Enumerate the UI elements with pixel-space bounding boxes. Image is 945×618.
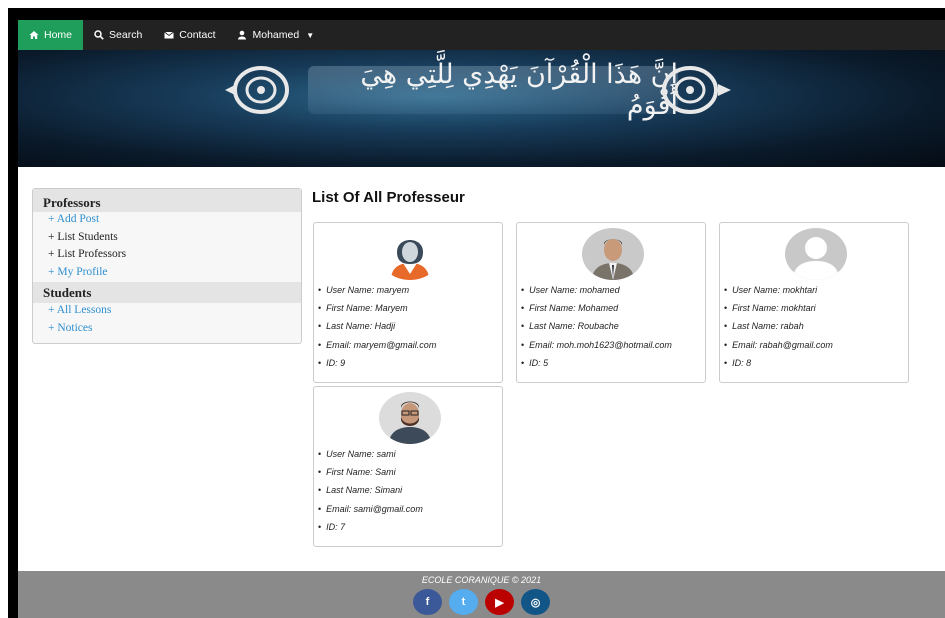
footer: ECOLE CORANIQUE © 2021 f t ▶ ◎ — [18, 571, 945, 618]
avatar — [379, 228, 441, 280]
page: Home Search Contact Mohamed ▼ إِنَّ هَذَ… — [18, 20, 945, 618]
professor-card: User Name: maryem First Name: Maryem Las… — [313, 222, 503, 383]
professor-id: ID: 7 — [318, 522, 423, 540]
nav-user-label: Mohamed — [252, 29, 300, 41]
nav-search-label: Search — [109, 29, 143, 41]
professor-username: User Name: mokhtari — [724, 285, 833, 303]
nav-contact-label: Contact — [179, 29, 216, 41]
professor-info-list: User Name: sami First Name: Sami Last Na… — [318, 449, 423, 540]
sidebar-item-all-lessons[interactable]: + All Lessons — [33, 303, 301, 321]
professor-card: User Name: mohamed First Name: Mohamed L… — [516, 222, 706, 383]
sidebar-heading-professors: Professors — [33, 189, 301, 212]
professor-last-name: Last Name: rabah — [724, 321, 833, 339]
nav-user-dropdown[interactable]: Mohamed ▼ — [226, 20, 325, 50]
professor-info-list: User Name: mokhtari First Name: mokhtari… — [724, 285, 833, 376]
sidebar-item-list-professors[interactable]: + List Professors — [33, 247, 301, 265]
navbar: Home Search Contact Mohamed ▼ — [18, 20, 945, 50]
page-title: List Of All Professeur — [312, 189, 465, 206]
professor-id: ID: 9 — [318, 358, 436, 376]
browser-frame: Home Search Contact Mohamed ▼ إِنَّ هَذَ… — [8, 8, 945, 618]
professor-username: User Name: sami — [318, 449, 423, 467]
sidebar: Professors + Add Post + List Students + … — [32, 188, 302, 344]
caret-down-icon: ▼ — [306, 30, 315, 40]
nav-home[interactable]: Home — [18, 20, 84, 50]
professor-first-name: First Name: Mohamed — [521, 303, 672, 321]
facebook-icon[interactable]: f — [413, 589, 442, 615]
professor-first-name: First Name: Sami — [318, 467, 423, 485]
professor-info-list: User Name: mohamed First Name: Mohamed L… — [521, 285, 672, 376]
envelope-icon — [164, 31, 175, 39]
sidebar-item-notices[interactable]: + Notices — [33, 321, 301, 339]
sidebar-item-list-students[interactable]: + List Students — [33, 230, 301, 248]
professor-card: User Name: mokhtari First Name: mokhtari… — [719, 222, 909, 383]
user-icon — [238, 30, 247, 40]
professor-username: User Name: mohamed — [521, 285, 672, 303]
ornament-left-icon — [225, 66, 289, 114]
sidebar-heading-students: Students — [33, 282, 301, 303]
main-content: Professors + Add Post + List Students + … — [18, 167, 945, 571]
professor-id: ID: 5 — [521, 358, 672, 376]
professor-email: Email: moh.moh1623@hotmail.com — [521, 340, 672, 358]
professor-info-list: User Name: maryem First Name: Maryem Las… — [318, 285, 436, 376]
twitter-icon[interactable]: t — [449, 589, 478, 615]
ornament-right-icon — [662, 66, 731, 114]
professor-last-name: Last Name: Roubache — [521, 321, 672, 339]
banner-verse: إِنَّ هَذَا الْقُرْآنَ يَهْدِي لِلَّتِي … — [360, 59, 678, 121]
professor-last-name: Last Name: Hadji — [318, 321, 436, 339]
instagram-icon[interactable]: ◎ — [521, 589, 550, 615]
professor-first-name: First Name: Maryem — [318, 303, 436, 321]
banner-ribbon: إِنَّ هَذَا الْقُرْآنَ يَهْدِي لِلَّتِي … — [308, 59, 678, 121]
social-links: f t ▶ ◎ — [413, 589, 550, 615]
sidebar-item-add-post[interactable]: + Add Post — [33, 212, 301, 230]
nav-home-label: Home — [44, 29, 73, 41]
header-banner: إِنَّ هَذَا الْقُرْآنَ يَهْدِي لِلَّتِي … — [18, 50, 945, 167]
professor-email: Email: sami@gmail.com — [318, 504, 423, 522]
footer-copyright: ECOLE CORANIQUE © 2021 — [421, 575, 542, 585]
professor-first-name: First Name: mokhtari — [724, 303, 833, 321]
nav-search[interactable]: Search — [83, 20, 153, 50]
avatar — [379, 392, 441, 444]
professor-card: User Name: sami First Name: Sami Last Na… — [313, 386, 503, 547]
professor-email: Email: maryem@gmail.com — [318, 340, 436, 358]
avatar — [582, 228, 644, 280]
professor-id: ID: 8 — [724, 358, 833, 376]
sidebar-item-my-profile[interactable]: + My Profile — [33, 265, 301, 283]
professor-email: Email: rabah@gmail.com — [724, 340, 833, 358]
nav-contact[interactable]: Contact — [153, 20, 226, 50]
youtube-icon[interactable]: ▶ — [485, 589, 514, 615]
home-icon — [29, 31, 39, 39]
professor-username: User Name: maryem — [318, 285, 436, 303]
search-icon — [94, 30, 104, 40]
avatar — [785, 228, 847, 280]
professor-last-name: Last Name: Simani — [318, 485, 423, 503]
